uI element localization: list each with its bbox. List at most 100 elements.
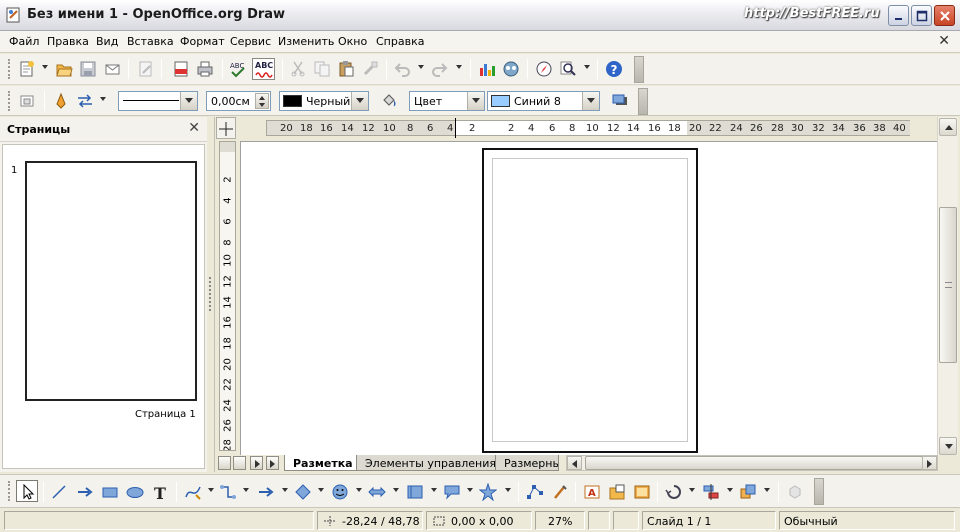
new-dropdown-icon[interactable] [42,65,48,69]
menu-window[interactable]: Окно [338,35,367,48]
tab-controls[interactable]: Элементы управления [356,455,505,471]
menu-format[interactable]: Формат [180,35,225,48]
horizontal-scroll-thumb[interactable] [585,456,923,470]
cut-icon[interactable] [289,60,307,78]
autospellcheck-button[interactable]: ABC [252,58,275,80]
toolbar-grip[interactable] [8,91,11,111]
exit-group-icon[interactable] [18,92,36,110]
drawing-canvas[interactable] [240,141,937,455]
block-arrows-dropdown-icon[interactable] [393,488,399,492]
open-icon[interactable] [55,60,73,78]
navigator-icon[interactable] [535,60,553,78]
gallery-icon[interactable] [502,60,520,78]
minimize-button[interactable] [888,5,909,26]
edit-file-icon[interactable] [137,60,155,78]
help-icon[interactable]: ? [605,60,623,78]
line-tool-icon[interactable] [50,483,68,501]
menu-modify[interactable]: Изменить [278,35,334,48]
select-tool-button[interactable] [16,480,38,502]
first-tab-button[interactable] [218,456,231,470]
curve-dropdown-icon[interactable] [208,488,214,492]
connector-dropdown-icon[interactable] [243,488,249,492]
area-fill-icon[interactable] [380,92,398,110]
toolbar-overflow-button[interactable] [634,56,644,83]
fontwork-tool-icon[interactable]: A [583,483,601,501]
stars-tool-icon[interactable] [479,483,497,501]
fill-color-select[interactable]: Синий 8 [487,91,600,111]
close-window-button[interactable] [934,5,955,26]
line-width-field[interactable]: 0,00см [206,91,271,111]
next-tab-button[interactable] [250,456,263,470]
toolbar-overflow-button[interactable] [814,478,824,505]
close-panel-icon[interactable]: ✕ [188,120,200,136]
vertical-ruler[interactable]: 2 4 6 8 10 12 14 16 18 20 22 24 26 28 [219,141,236,451]
rectangle-tool-icon[interactable] [101,483,119,501]
prev-tab-button[interactable] [233,456,246,470]
align-tool-icon[interactable] [702,483,720,501]
effects-dropdown-icon[interactable] [689,488,695,492]
spin-buttons[interactable] [255,93,269,109]
line-style-select[interactable] [118,91,198,111]
lines-arrows-tool-icon[interactable] [257,483,275,501]
menu-edit[interactable]: Правка [47,35,89,48]
block-arrows-tool-icon[interactable] [368,483,386,501]
last-tab-button[interactable] [266,456,279,470]
menu-tools[interactable]: Сервис [230,35,271,48]
zoom-icon[interactable] [559,60,577,78]
toolbar-grip[interactable] [8,481,11,501]
callouts-dropdown-icon[interactable] [467,488,473,492]
line-icon[interactable] [52,92,70,110]
extrusion-tool-icon[interactable] [786,483,804,501]
symbol-shapes-tool-icon[interactable] [331,483,349,501]
points-tool-icon[interactable] [526,483,544,501]
vertical-scrollbar[interactable] [937,117,958,455]
panel-splitter[interactable] [207,117,215,472]
lines-arrows-dropdown-icon[interactable] [282,488,288,492]
chevron-down-icon[interactable] [467,92,484,110]
status-zoom[interactable]: 27% [535,511,585,530]
tab-dimension-lines[interactable]: Размерные [495,455,559,471]
toolbar-overflow-button[interactable] [638,88,648,115]
scroll-down-button[interactable] [939,437,957,455]
undo-icon[interactable] [394,60,412,78]
callouts-tool-icon[interactable] [443,483,461,501]
scroll-left-button[interactable] [567,456,582,470]
image-tool-icon[interactable] [633,483,651,501]
menu-view[interactable]: Вид [96,35,118,48]
arrow-style-icon[interactable] [76,92,94,110]
status-insert-mode[interactable] [588,511,610,530]
undo-dropdown-icon[interactable] [418,65,424,69]
curve-tool-icon[interactable] [184,483,202,501]
chevron-down-icon[interactable] [180,92,197,110]
maximize-button[interactable] [911,5,932,26]
basic-shapes-tool-icon[interactable] [294,483,312,501]
chevron-down-icon[interactable] [351,92,368,110]
scroll-up-button[interactable] [939,118,957,136]
from-file-tool-icon[interactable] [608,483,626,501]
flowchart-tool-icon[interactable] [406,483,424,501]
symbol-shapes-dropdown-icon[interactable] [356,488,362,492]
ruler-corner[interactable] [216,117,236,139]
glue-points-tool-icon[interactable] [551,483,569,501]
spellcheck-icon[interactable]: ABC [229,60,247,78]
line-color-select[interactable]: Черный [279,91,369,111]
redo-icon[interactable] [430,60,448,78]
chevron-down-icon[interactable] [582,92,599,110]
drawing-page[interactable] [482,148,698,453]
arrange-tool-icon[interactable] [739,483,757,501]
toolbar-grip[interactable] [8,59,11,79]
export-pdf-icon[interactable] [172,60,190,78]
menu-help[interactable]: Справка [376,35,424,48]
ellipse-tool-icon[interactable] [126,483,144,501]
horizontal-ruler[interactable]: 20 18 16 14 12 10 8 6 4 2 2 4 6 8 10 12 … [266,118,910,138]
page-thumbnail[interactable] [25,161,197,401]
horizontal-scrollbar[interactable] [566,455,938,471]
text-tool-icon[interactable]: T [151,483,169,501]
effects-tool-icon[interactable] [665,483,683,501]
scroll-right-button[interactable] [922,456,937,470]
arrange-dropdown-icon[interactable] [764,488,770,492]
area-style-select[interactable]: Цвет [409,91,485,111]
menu-file[interactable]: Файл [9,35,39,48]
zoom-dropdown-icon[interactable] [584,65,590,69]
vertical-scroll-thumb[interactable] [939,207,957,363]
